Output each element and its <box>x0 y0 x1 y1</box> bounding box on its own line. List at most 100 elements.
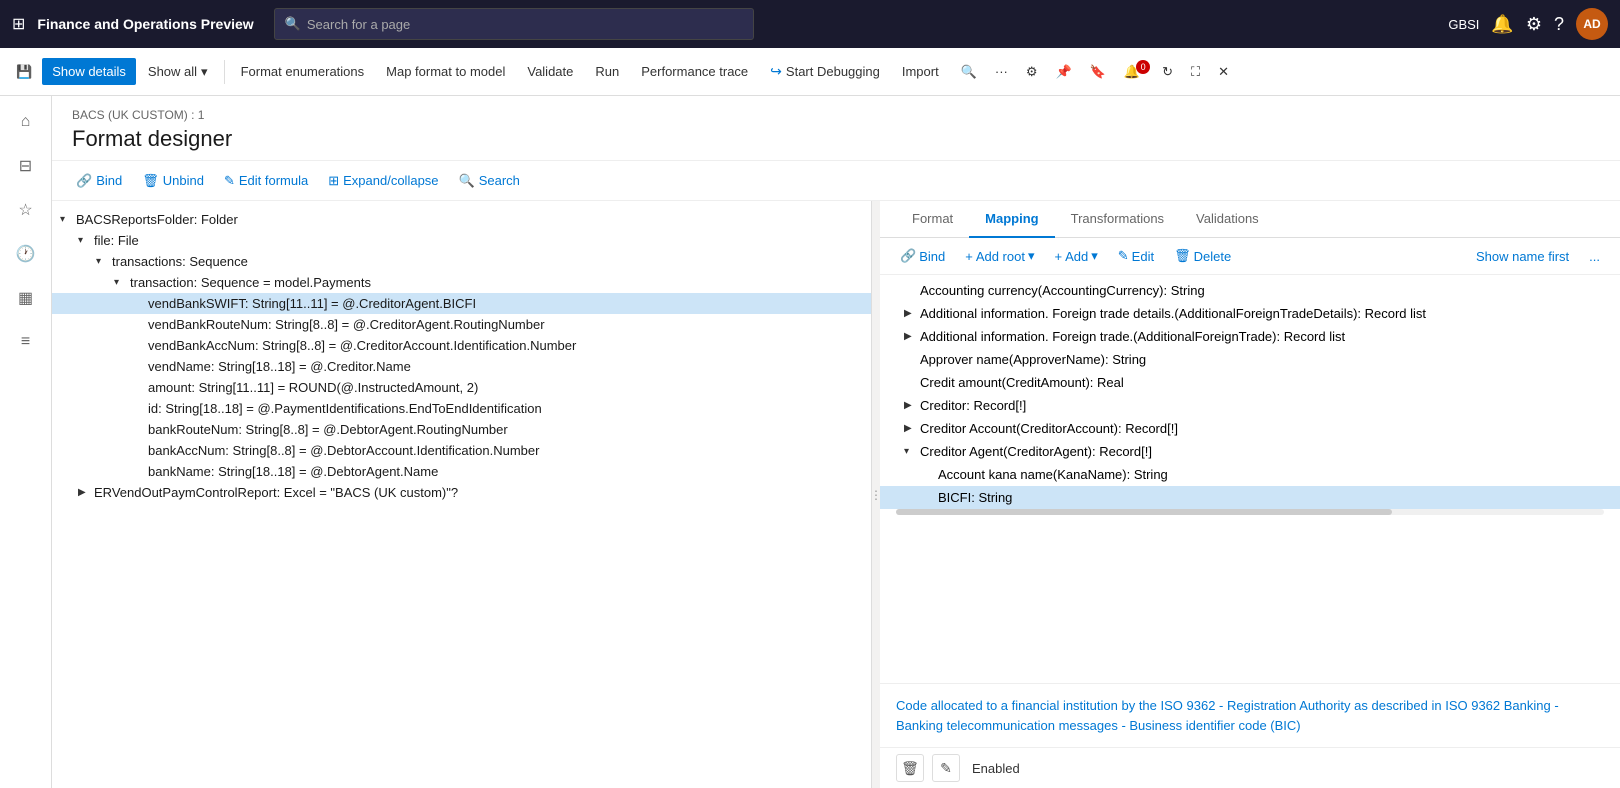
locale-label: GBSI <box>1448 17 1479 32</box>
tree-item[interactable]: vendBankAccNum: String[8..8] = @.Credito… <box>52 335 871 356</box>
notification-icon[interactable]: 🔔 <box>1491 14 1513 35</box>
tree-item[interactable]: ▾BACSReportsFolder: Folder <box>52 209 871 230</box>
tree-item[interactable]: id: String[18..18] = @.PaymentIdentifica… <box>52 398 871 419</box>
tree-item[interactable]: bankName: String[18..18] = @.DebtorAgent… <box>52 461 871 482</box>
show-details-button[interactable]: Show details <box>42 58 136 85</box>
mapping-item[interactable]: ▶Additional information. Foreign trade.(… <box>880 325 1620 348</box>
map-format-to-model-button[interactable]: Map format to model <box>376 58 515 85</box>
toolbar-gear-icon[interactable]: ⚙ <box>1018 58 1046 86</box>
toolbar-bookmark-icon[interactable]: 🔖 <box>1082 58 1114 86</box>
tree-item[interactable]: ▾transactions: Sequence <box>52 251 871 272</box>
tree-item[interactable]: ▾file: File <box>52 230 871 251</box>
format-enumerations-button[interactable]: Format enumerations <box>231 58 375 85</box>
toolbar-more-button[interactable]: ··· <box>987 58 1016 85</box>
horizontal-scrollbar[interactable] <box>896 509 1604 515</box>
map-item-label: BICFI: String <box>938 490 1012 505</box>
toolbar-refresh-icon[interactable]: ↻ <box>1154 58 1181 86</box>
mapping-toolbar: 🔗 Bind + Add root ▾ + Add ▾ ✎ <box>880 238 1620 275</box>
tree-item[interactable]: vendBankRouteNum: String[8..8] = @.Credi… <box>52 314 871 335</box>
tree-arrow-icon: ▾ <box>60 214 76 225</box>
settings-icon[interactable]: ⚙ <box>1526 14 1542 35</box>
import-button[interactable]: Import <box>892 58 949 85</box>
edit-formula-button[interactable]: ✎ Edit formula <box>216 168 316 194</box>
mapping-more-button[interactable]: ... <box>1581 245 1608 268</box>
toolbar-badge-button[interactable]: 🔔0 <box>1116 58 1152 86</box>
mapping-item[interactable]: BICFI: String <box>880 486 1620 509</box>
format-tree-pane: ▾BACSReportsFolder: Folder▾file: File▾tr… <box>52 201 872 788</box>
mapping-item[interactable]: ▾Creditor Agent(CreditorAgent): Record[!… <box>880 440 1620 463</box>
status-bar: 🗑 ✎ Enabled <box>880 747 1620 788</box>
content-area: BACS (UK CUSTOM) : 1 Format designer 🔗 B… <box>52 96 1620 788</box>
tab-format[interactable]: Format <box>896 201 969 238</box>
tree-item[interactable]: amount: String[11..11] = ROUND(@.Instruc… <box>52 377 871 398</box>
status-edit-button[interactable]: ✎ <box>932 754 960 782</box>
sidebar-home-icon[interactable]: ⌂ <box>8 104 44 140</box>
unbind-button[interactable]: 🗑 Unbind <box>134 168 212 194</box>
tab-validations[interactable]: Validations <box>1180 201 1275 238</box>
validate-button[interactable]: Validate <box>517 58 583 85</box>
map-arrow-icon: ▶ <box>904 400 920 411</box>
toolbar-close-icon[interactable]: ✕ <box>1210 58 1237 86</box>
sidebar-list-icon[interactable]: ≡ <box>8 324 44 360</box>
search-icon-secondary: 🔍 <box>459 173 475 189</box>
mapping-item[interactable]: Approver name(ApproverName): String <box>880 348 1620 371</box>
mapping-item[interactable]: Account kana name(KanaName): String <box>880 463 1620 486</box>
tree-item-label: vendBankRouteNum: String[8..8] = @.Credi… <box>148 317 545 332</box>
status-label: Enabled <box>972 761 1020 776</box>
sidebar-grid-icon[interactable]: ▦ <box>8 280 44 316</box>
toolbar-expand-icon[interactable]: ⛶ <box>1183 58 1208 86</box>
map-arrow-icon: ▶ <box>904 423 920 434</box>
sidebar-clock-icon[interactable]: 🕐 <box>8 236 44 272</box>
link-icon-mapping: 🔗 <box>900 248 916 264</box>
mapping-add-button[interactable]: + Add ▾ <box>1047 244 1106 268</box>
help-icon[interactable]: ? <box>1554 14 1564 35</box>
save-icon-button[interactable]: 💾 <box>8 58 40 86</box>
bind-button[interactable]: 🔗 Bind <box>68 168 130 194</box>
start-debugging-button[interactable]: ↪ Start Debugging <box>760 57 890 86</box>
mapping-item[interactable]: Accounting currency(AccountingCurrency):… <box>880 279 1620 302</box>
main-layout: ⌂ ⊟ ☆ 🕐 ▦ ≡ BACS (UK CUSTOM) : 1 Format … <box>0 96 1620 788</box>
mapping-item[interactable]: ▶Creditor Account(CreditorAccount): Reco… <box>880 417 1620 440</box>
tree-item[interactable]: vendBankSWIFT: String[11..11] = @.Credit… <box>52 293 871 314</box>
page-title: Format designer <box>72 126 1600 152</box>
pane-separator[interactable] <box>872 201 880 788</box>
toolbar-search-icon[interactable]: 🔍 <box>953 58 985 86</box>
link-icon: 🔗 <box>76 173 92 189</box>
status-delete-button[interactable]: 🗑 <box>896 754 924 782</box>
app-grid-icon[interactable]: ⊞ <box>12 14 25 34</box>
mapping-delete-button[interactable]: 🗑 Delete <box>1166 244 1239 268</box>
sidebar-filter-icon[interactable]: ⊟ <box>8 148 44 184</box>
tree-item[interactable]: bankRouteNum: String[8..8] = @.DebtorAge… <box>52 419 871 440</box>
tree-item[interactable]: ▾transaction: Sequence = model.Payments <box>52 272 871 293</box>
expand-collapse-button[interactable]: ⊞ Expand/collapse <box>320 168 446 194</box>
show-name-first-button[interactable]: Show name first <box>1468 245 1577 268</box>
horizontal-scroll-thumb[interactable] <box>896 509 1392 515</box>
search-button[interactable]: 🔍 Search <box>451 168 528 194</box>
map-item-label: Creditor Account(CreditorAccount): Recor… <box>920 421 1178 436</box>
user-avatar[interactable]: AD <box>1576 8 1608 40</box>
mapping-add-root-button[interactable]: + Add root ▾ <box>957 244 1042 268</box>
tree-item[interactable]: vendName: String[18..18] = @.Creditor.Na… <box>52 356 871 377</box>
tab-mapping[interactable]: Mapping <box>969 201 1054 238</box>
mapping-item[interactable]: ▶Creditor: Record[!] <box>880 394 1620 417</box>
map-item-label: Account kana name(KanaName): String <box>938 467 1168 482</box>
show-all-button[interactable]: Show all ▾ <box>138 58 218 86</box>
tree-item-label: bankRouteNum: String[8..8] = @.DebtorAge… <box>148 422 508 437</box>
mapping-item[interactable]: ▶Additional information. Foreign trade d… <box>880 302 1620 325</box>
mapping-bind-button[interactable]: 🔗 Bind <box>892 244 953 268</box>
global-search-bar[interactable]: 🔍 Search for a page <box>274 8 754 40</box>
toolbar-pin-icon[interactable]: 📌 <box>1048 58 1080 86</box>
map-item-label: Approver name(ApproverName): String <box>920 352 1146 367</box>
map-arrow-icon: ▶ <box>904 331 920 342</box>
mapping-edit-button[interactable]: ✎ Edit <box>1110 244 1162 268</box>
tree-item[interactable]: bankAccNum: String[8..8] = @.DebtorAccou… <box>52 440 871 461</box>
map-item-label: Additional information. Foreign trade de… <box>920 306 1426 321</box>
tree-item[interactable]: ▶ERVendOutPaymControlReport: Excel = "BA… <box>52 482 871 503</box>
nav-icons: GBSI 🔔 ⚙ ? AD <box>1448 8 1608 40</box>
tab-transformations[interactable]: Transformations <box>1055 201 1180 238</box>
performance-trace-button[interactable]: Performance trace <box>631 58 758 85</box>
run-button[interactable]: Run <box>585 58 629 85</box>
sidebar-star-icon[interactable]: ☆ <box>8 192 44 228</box>
split-pane: ▾BACSReportsFolder: Folder▾file: File▾tr… <box>52 201 1620 788</box>
mapping-item[interactable]: Credit amount(CreditAmount): Real <box>880 371 1620 394</box>
